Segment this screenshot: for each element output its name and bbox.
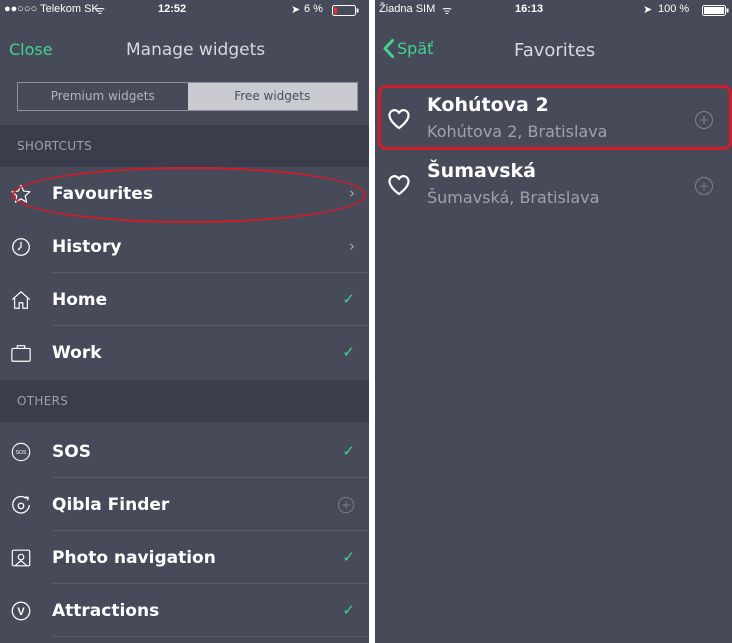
section-title: OTHERS — [17, 394, 69, 408]
favorite-name: Kohútova 2 — [427, 94, 549, 116]
widget-label: Qibla Finder — [52, 495, 170, 515]
widget-row-history[interactable]: History › — [0, 220, 369, 273]
chevron-right-icon: › — [349, 237, 355, 255]
carrier-label: ●●○○○ Telekom SK — [4, 3, 99, 15]
widget-row-work[interactable]: Work ✓ — [0, 326, 369, 379]
section-header-others: OTHERS — [0, 380, 369, 422]
location-arrow-icon: ➤ — [643, 4, 653, 16]
widget-row-attractions[interactable]: V Attractions ✓ — [0, 584, 369, 637]
widget-label: Favourites — [52, 184, 153, 204]
add-icon[interactable] — [694, 176, 714, 196]
widget-row-qibla-finder[interactable]: Qibla Finder — [0, 478, 369, 531]
widget-row-sos[interactable]: SOS SOS ✓ — [0, 425, 369, 478]
tab-free-widgets[interactable]: Free widgets — [187, 83, 357, 110]
house-icon — [11, 291, 31, 309]
check-icon: ✓ — [342, 343, 355, 361]
heart-icon — [388, 109, 410, 130]
favorite-item[interactable]: Kohútova 2 Kohútova 2, Bratislava — [375, 86, 732, 150]
heart-icon — [388, 175, 410, 196]
favorite-item[interactable]: Šumavská Šumavská, Bratislava — [375, 152, 732, 216]
page-title: Manage widgets — [126, 40, 266, 60]
svg-text:V: V — [17, 606, 25, 618]
carrier-label: Žiadna SIM — [379, 3, 436, 15]
status-bar: Žiadna SIM ᯤ 16:13 ➤ 100 % — [375, 0, 732, 20]
check-icon: ✓ — [342, 442, 355, 460]
manage-widgets-screen: ●●○○○ Telekom SK ᯤ 12:52 ➤ 6 % Close Man… — [0, 0, 369, 643]
navigation-bar: Close Manage widgets — [0, 20, 369, 64]
widget-label: Work — [52, 343, 102, 363]
row-divider — [52, 636, 369, 637]
close-button[interactable]: Close — [9, 40, 53, 59]
tab-premium-widgets[interactable]: Premium widgets — [18, 83, 188, 110]
add-icon[interactable] — [694, 110, 714, 130]
page-title: Favorites — [514, 40, 596, 61]
widget-row-favourites[interactable]: Favourites › — [0, 167, 369, 220]
clock-time: 16:13 — [515, 3, 544, 15]
navigation-bar: Späť Favorites — [375, 20, 732, 64]
svg-text:SOS: SOS — [16, 450, 27, 456]
check-icon: ✓ — [342, 548, 355, 566]
wifi-icon: ᯤ — [442, 5, 453, 17]
sos-icon: SOS — [11, 442, 31, 462]
favorite-address: Šumavská, Bratislava — [427, 188, 600, 207]
favorites-screen: Žiadna SIM ᯤ 16:13 ➤ 100 % Späť Favorite… — [375, 0, 732, 643]
star-icon — [11, 184, 31, 203]
back-button[interactable]: Späť — [383, 39, 433, 58]
widget-row-home[interactable]: Home ✓ — [0, 273, 369, 326]
clock-icon — [12, 238, 30, 256]
back-label: Späť — [397, 39, 434, 58]
widget-label: Home — [52, 290, 108, 310]
wifi-icon: ᯤ — [95, 5, 106, 17]
briefcase-icon — [11, 345, 31, 362]
section-title: SHORTCUTS — [17, 139, 92, 153]
chevron-right-icon: › — [349, 184, 355, 202]
widget-label: History — [52, 237, 122, 257]
status-bar: ●●○○○ Telekom SK ᯤ 12:52 ➤ 6 % — [0, 0, 369, 20]
widget-label: Photo navigation — [52, 548, 216, 568]
chevron-left-icon — [383, 39, 394, 58]
widget-label: SOS — [52, 442, 91, 462]
favorite-address: Kohútova 2, Bratislava — [427, 122, 608, 141]
location-arrow-icon: ➤ — [291, 4, 301, 16]
clock-time: 12:52 — [158, 3, 187, 15]
check-icon: ✓ — [342, 601, 355, 619]
battery-percent: 6 % — [304, 3, 323, 15]
widget-label: Attractions — [52, 601, 160, 621]
check-icon: ✓ — [342, 290, 355, 308]
widget-row-photo-navigation[interactable]: Photo navigation ✓ — [0, 531, 369, 584]
widget-type-segmented-control: Premium widgets Free widgets — [17, 82, 358, 111]
favorite-name: Šumavská — [427, 160, 536, 182]
battery-icon — [332, 5, 360, 19]
section-header-shortcuts: SHORTCUTS — [0, 125, 369, 167]
qibla-icon — [12, 495, 30, 514]
battery-percent: 100 % — [658, 3, 690, 15]
add-icon[interactable] — [337, 496, 355, 514]
attractions-icon: V — [11, 601, 31, 621]
photo-icon — [11, 549, 31, 567]
battery-icon — [702, 5, 732, 19]
